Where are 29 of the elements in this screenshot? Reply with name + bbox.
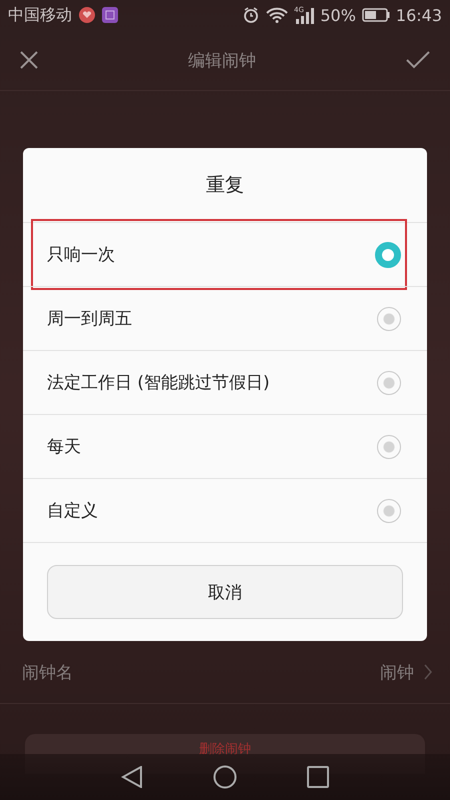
dialog-title: 重复 xyxy=(206,173,244,198)
option-label[interactable]: 自定义 xyxy=(47,499,98,522)
chevron-icon xyxy=(424,664,432,680)
option-label[interactable]: 周一到周五 xyxy=(47,307,132,330)
close-icon[interactable] xyxy=(20,51,38,69)
recents-icon[interactable] xyxy=(307,766,329,788)
alarm-icon xyxy=(242,6,260,24)
clock-time: 16:43 xyxy=(396,6,442,24)
battery-icon xyxy=(362,8,390,22)
radio-button[interactable] xyxy=(377,498,401,522)
radio-button[interactable] xyxy=(375,242,401,268)
back-icon[interactable] xyxy=(121,766,143,788)
screen-title: 编辑闹钟 xyxy=(188,50,256,72)
option-label[interactable]: 法定工作日 (智能跳过节假日) xyxy=(47,371,270,394)
app-icon xyxy=(102,7,118,23)
cancel-button[interactable]: 取消 xyxy=(47,565,403,619)
radio-button[interactable] xyxy=(377,306,401,330)
row-label: 闹钟名 xyxy=(22,662,73,684)
home-icon[interactable] xyxy=(213,765,237,789)
row-value: 闹钟 xyxy=(380,662,414,684)
battery-percent: 50% xyxy=(320,6,356,24)
notification-icon xyxy=(78,6,96,24)
option-label[interactable]: 每天 xyxy=(47,435,81,458)
option-label[interactable]: 只响一次 xyxy=(47,243,115,266)
wifi-icon xyxy=(266,7,288,23)
carrier-name: 中国移动 xyxy=(8,4,72,26)
radio-button[interactable] xyxy=(377,434,401,458)
checkmark-icon[interactable] xyxy=(406,51,430,69)
radio-button[interactable] xyxy=(377,370,401,394)
